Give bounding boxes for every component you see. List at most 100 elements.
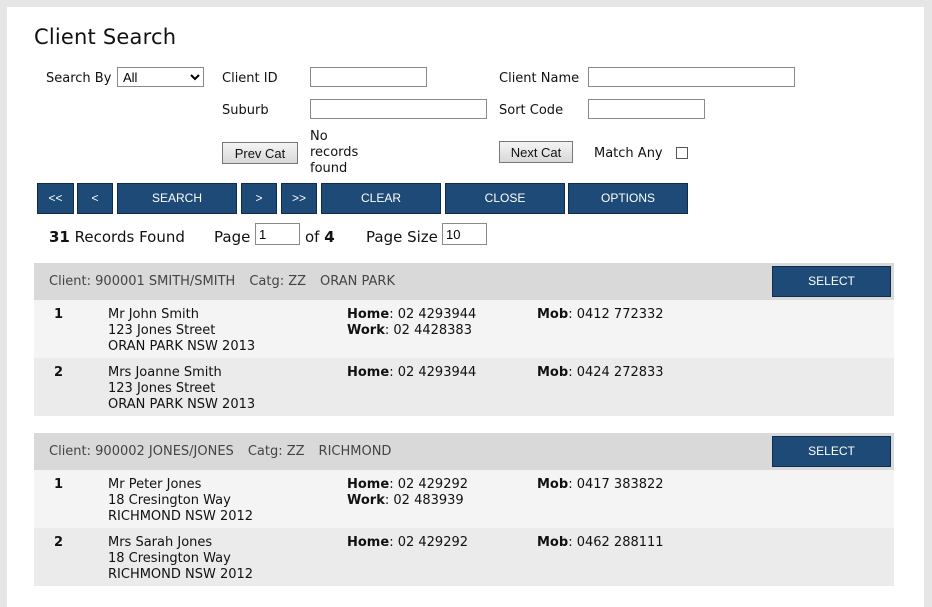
contact-street: 18 Cresington Way — [108, 551, 231, 566]
work-phone: Work: 02 4428383 — [347, 323, 472, 338]
client-category: Catg: ZZ — [247, 444, 305, 459]
mob-value: 0412 772332 — [576, 307, 664, 322]
options-button[interactable]: OPTIONS — [568, 183, 688, 214]
home-label: Home — [347, 477, 390, 492]
contact-name: Mr John Smith — [108, 307, 199, 322]
client-header-text: Client: 900001 SMITH/SMITH Catg: ZZ ORAN P… — [49, 274, 409, 289]
contact-locality: RICHMOND NSW 2012 — [108, 509, 254, 524]
records-found: 31 Records Found — [49, 228, 185, 246]
contact-address: Mrs Joanne Smith 123 Jones Street ORAN P… — [108, 365, 255, 413]
page-title: Client Search — [34, 25, 177, 49]
contact-address: Mr Peter Jones 18 Cresington Way RICHMON… — [108, 477, 253, 525]
mob-label: Mob — [537, 307, 569, 322]
search-by-label: Search By — [46, 71, 112, 86]
contact-name: Mrs Sarah Jones — [108, 535, 213, 550]
mobile-phone: Mob: 0462 288111 — [537, 535, 664, 550]
client-suburb: ORAN PARK — [320, 274, 395, 289]
page-label: Page — [214, 228, 251, 246]
client-search-panel: Client Search Search By All Client ID Cl… — [7, 7, 924, 607]
home-phone: Home: 02 4293944 — [347, 307, 477, 322]
last-page-button[interactable]: >> — [281, 183, 317, 214]
mob-label: Mob — [537, 365, 569, 380]
contact-address: Mrs Sarah Jones 18 Cresington Way RICHMO… — [108, 535, 253, 583]
work-value: 02 483939 — [393, 493, 464, 508]
contact-phones: Home: 02 4293944 — [347, 365, 476, 381]
home-value: 02 4293944 — [397, 365, 477, 380]
client-card: Client: 900002 JONES/JONES Catg: ZZ RICHMO… — [34, 433, 894, 586]
select-button[interactable]: SELECT — [772, 266, 891, 297]
close-button[interactable]: CLOSE — [445, 183, 565, 214]
client-header: Client: 900001 SMITH/SMITH Catg: ZZ ORAN P… — [34, 263, 894, 300]
no-records-line: No — [310, 129, 328, 144]
search-button[interactable]: SEARCH — [117, 183, 237, 214]
client-suburb: RICHMOND — [318, 444, 392, 459]
contact-phones: Home: 02 4293944 Work: 02 4428383 — [347, 307, 476, 339]
client-category: Catg: ZZ — [249, 274, 307, 289]
match-any-label: Match Any — [594, 146, 663, 161]
home-label: Home — [347, 535, 390, 550]
contact-street: 18 Cresington Way — [108, 493, 231, 508]
suburb-label: Suburb — [222, 103, 269, 118]
client-id-input[interactable] — [310, 67, 427, 87]
contact-name: Mr Peter Jones — [108, 477, 202, 492]
home-value: 02 429292 — [397, 477, 469, 492]
home-phone: Home: 02 429292 — [347, 535, 469, 550]
client-name-label: Client Name — [499, 71, 580, 86]
contact-locality: ORAN PARK NSW 2013 — [108, 339, 256, 354]
no-records-line: records — [310, 145, 359, 160]
work-label: Work — [347, 493, 385, 508]
home-phone: Home: 02 429292 — [347, 477, 469, 492]
suburb-input[interactable] — [310, 99, 487, 119]
first-page-button[interactable]: << — [37, 183, 74, 214]
next-page-button[interactable]: > — [241, 183, 277, 214]
contact-number: 1 — [54, 307, 64, 322]
client-header: Client: 900002 JONES/JONES Catg: ZZ RICHMO… — [34, 433, 894, 470]
no-records-message: No records found — [310, 129, 358, 177]
contact-street: 123 Jones Street — [108, 323, 216, 338]
records-text: Records Found — [74, 228, 185, 246]
prev-page-button[interactable]: < — [77, 183, 113, 214]
mob-label: Mob — [537, 535, 569, 550]
client-card: Client: 900001 SMITH/SMITH Catg: ZZ ORAN P… — [34, 263, 894, 416]
contact-phones: Home: 02 429292 Work: 02 483939 — [347, 477, 468, 509]
work-value: 02 4428383 — [393, 323, 472, 338]
contact-row: 2 Mrs Joanne Smith 123 Jones Street ORAN… — [34, 358, 894, 416]
work-phone: Work: 02 483939 — [347, 493, 464, 508]
contact-address: Mr John Smith 123 Jones Street ORAN PARK… — [108, 307, 255, 355]
page-number-input[interactable] — [255, 223, 300, 245]
contact-number: 2 — [54, 365, 64, 380]
client-name-input[interactable] — [588, 67, 795, 87]
contact-row: 1 Mr Peter Jones 18 Cresington Way RICHM… — [34, 470, 894, 528]
sort-code-input[interactable] — [588, 99, 705, 119]
clear-button[interactable]: CLEAR — [321, 183, 441, 214]
mob-value: 0417 383822 — [576, 477, 664, 492]
sort-code-label: Sort Code — [499, 103, 564, 118]
mobile-phone: Mob: 0424 272833 — [537, 365, 664, 380]
home-label: Home — [347, 307, 390, 322]
mob-value: 0462 288111 — [576, 535, 664, 550]
client-id-name: Client: 900001 SMITH/SMITH — [49, 274, 236, 289]
page-total: of 4 — [305, 228, 335, 246]
contact-number: 1 — [54, 477, 64, 492]
search-by-select[interactable]: All — [117, 67, 204, 87]
no-records-line: found — [310, 161, 348, 176]
mob-value: 0424 272833 — [576, 365, 664, 380]
of-label: of — [305, 228, 320, 246]
match-any-checkbox[interactable] — [676, 147, 688, 159]
select-button[interactable]: SELECT — [772, 436, 891, 467]
next-cat-button[interactable]: Next Cat — [499, 141, 573, 163]
contact-street: 123 Jones Street — [108, 381, 216, 396]
page-size-label: Page Size — [366, 228, 438, 246]
contact-name: Mrs Joanne Smith — [108, 365, 222, 380]
page-size-input[interactable] — [442, 223, 487, 245]
home-value: 02 4293944 — [397, 307, 477, 322]
contact-locality: ORAN PARK NSW 2013 — [108, 397, 256, 412]
prev-cat-button[interactable]: Prev Cat — [222, 142, 298, 164]
mob-label: Mob — [537, 477, 569, 492]
client-id-label: Client ID — [222, 71, 278, 86]
home-phone: Home: 02 4293944 — [347, 365, 477, 380]
client-header-text: Client: 900002 JONES/JONES Catg: ZZ RICHMO… — [49, 444, 405, 459]
records-count: 31 — [49, 228, 70, 246]
mobile-phone: Mob: 0417 383822 — [537, 477, 664, 492]
contact-phones: Home: 02 429292 — [347, 535, 468, 551]
